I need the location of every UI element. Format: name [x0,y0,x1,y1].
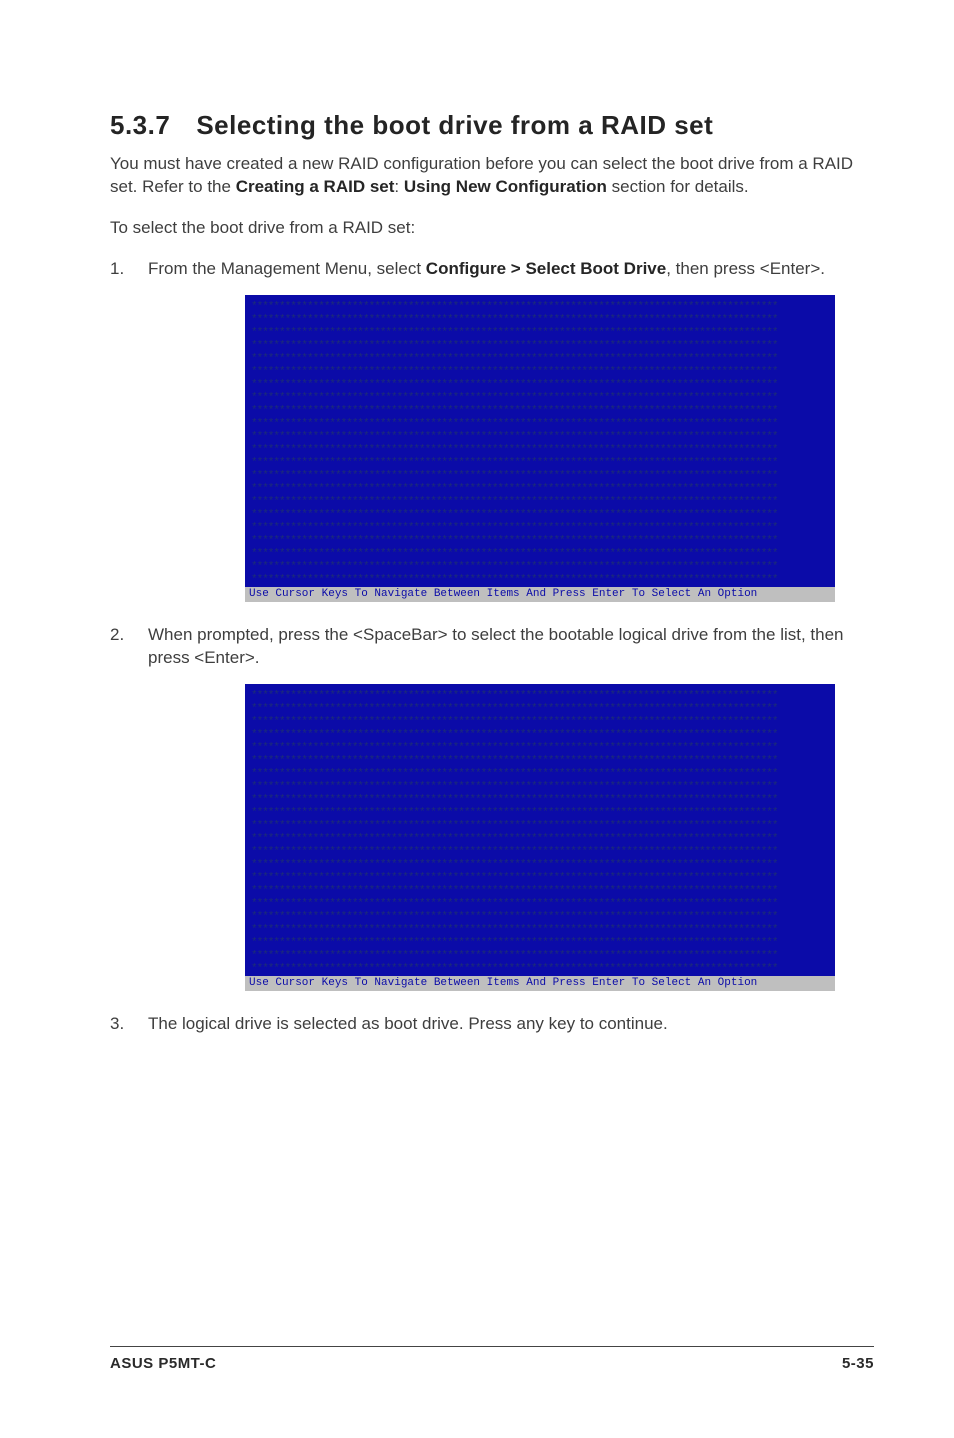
section-title: Selecting the boot drive from a RAID set [196,110,713,140]
step1-bold: Configure > Select Boot Drive [426,259,666,278]
status-bar: Use Cursor Keys To Navigate Between Item… [245,976,835,991]
step-text: From the Management Menu, select Configu… [148,258,874,281]
step1-post: , then press <Enter>. [666,259,825,278]
step-number: 3. [110,1013,148,1036]
intro-colon: : [394,177,403,196]
lead-text: To select the boot drive from a RAID set… [110,217,874,240]
intro-bold-2: Using New Configuration [404,177,607,196]
status-bar: Use Cursor Keys To Navigate Between Item… [245,587,835,602]
step-number: 2. [110,624,148,670]
step-text: When prompted, press the <SpaceBar> to s… [148,624,874,670]
step-number: 1. [110,258,148,281]
page-footer: ASUS P5MT-C 5-35 [110,1346,874,1372]
footer-product: ASUS P5MT-C [110,1355,216,1372]
step-text: The logical drive is selected as boot dr… [148,1013,874,1036]
list-item: 2. When prompted, press the <SpaceBar> t… [110,624,874,670]
bios-screenshot-2: ****************************************… [245,684,835,991]
section-number: 5.3.7 [110,110,170,140]
intro-paragraph: You must have created a new RAID configu… [110,153,874,199]
intro-text-post: section for details. [607,177,749,196]
section-heading: 5.3.7 Selecting the boot drive from a RAI… [110,110,874,141]
bios-screenshot-1: ****************************************… [245,295,835,602]
footer-page-number: 5-35 [842,1355,874,1372]
step1-pre: From the Management Menu, select [148,259,426,278]
list-item: 1. From the Management Menu, select Conf… [110,258,874,281]
intro-bold-1: Creating a RAID set [236,177,395,196]
list-item: 3. The logical drive is selected as boot… [110,1013,874,1036]
